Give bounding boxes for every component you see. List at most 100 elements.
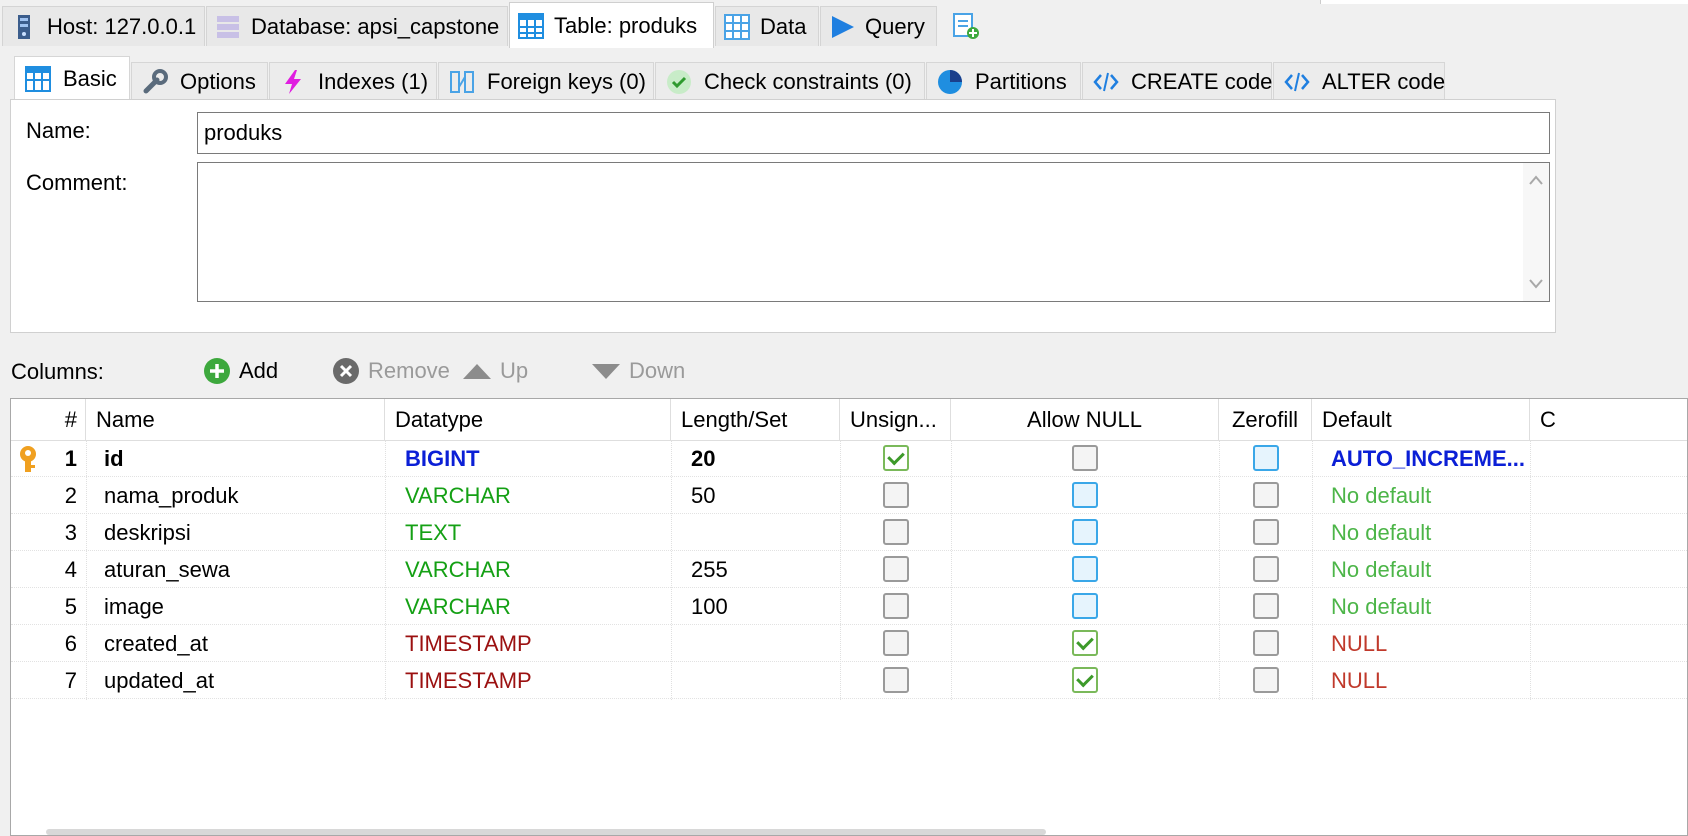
foreign-key-icon	[449, 69, 475, 95]
unsigned-checkbox[interactable]	[883, 556, 909, 582]
tab-table[interactable]: Table: produks	[509, 2, 714, 48]
zerofill-checkbox[interactable]	[1253, 482, 1279, 508]
grid-horizontal-scrollbar[interactable]	[46, 829, 1046, 835]
allow-null-checkbox[interactable]	[1072, 630, 1098, 656]
subtab-foreign-keys[interactable]: Foreign keys (0)	[438, 62, 654, 100]
column-default[interactable]: NULL	[1331, 662, 1527, 699]
unsigned-checkbox[interactable]	[883, 593, 909, 619]
move-up-button[interactable]: Up	[462, 355, 528, 387]
new-query-tab-button[interactable]	[952, 12, 979, 46]
comment-textarea[interactable]	[197, 162, 1550, 302]
column-default[interactable]: NULL	[1331, 625, 1527, 662]
database-icon	[215, 14, 241, 40]
comment-scrollbar[interactable]	[1523, 163, 1549, 301]
header-unsigned[interactable]: Unsign...	[840, 399, 951, 440]
subtab-create-code-label: CREATE code	[1131, 68, 1273, 94]
grid-column-divider	[671, 440, 672, 700]
zerofill-checkbox[interactable]	[1253, 445, 1279, 471]
wrench-icon	[142, 68, 168, 95]
column-name[interactable]: image	[104, 588, 384, 625]
column-default[interactable]: No default	[1331, 477, 1527, 514]
zerofill-checkbox[interactable]	[1253, 630, 1279, 656]
chevron-up-icon[interactable]	[1529, 175, 1543, 185]
tab-data[interactable]: Data	[715, 6, 819, 46]
subtab-check-constraints[interactable]: Check constraints (0)	[655, 62, 925, 100]
header-datatype[interactable]: Datatype	[385, 399, 671, 440]
subtab-basic[interactable]: Basic	[14, 56, 130, 100]
move-down-button[interactable]: Down	[591, 355, 685, 387]
column-length[interactable]	[691, 514, 839, 551]
column-datatype[interactable]: VARCHAR	[405, 551, 670, 588]
table-row[interactable]: 6 created_at TIMESTAMP NULL	[11, 625, 1687, 662]
column-name[interactable]: deskripsi	[104, 514, 384, 551]
columns-grid[interactable]: # Name Datatype Length/Set Unsign... All…	[10, 398, 1688, 836]
subtab-foreign-keys-label: Foreign keys (0)	[487, 68, 646, 94]
unsigned-checkbox[interactable]	[883, 482, 909, 508]
column-length[interactable]: 20	[691, 440, 839, 477]
header-zerofill[interactable]: Zerofill	[1219, 399, 1312, 440]
allow-null-checkbox[interactable]	[1072, 556, 1098, 582]
table-name-input[interactable]: produks	[197, 112, 1550, 154]
row-number: 6	[64, 631, 77, 656]
header-length[interactable]: Length/Set	[671, 399, 840, 440]
subtab-indexes-label: Indexes (1)	[318, 68, 429, 94]
column-default[interactable]: No default	[1331, 588, 1527, 625]
unsigned-checkbox[interactable]	[883, 445, 909, 471]
header-allow-null[interactable]: Allow NULL	[951, 399, 1219, 440]
column-datatype[interactable]: VARCHAR	[405, 588, 670, 625]
unsigned-checkbox[interactable]	[883, 519, 909, 545]
subtab-partitions[interactable]: Partitions	[926, 62, 1081, 100]
column-datatype[interactable]: TEXT	[405, 514, 670, 551]
table-row[interactable]: 3 deskripsi TEXT No default	[11, 514, 1687, 551]
tab-host[interactable]: Host: 127.0.0.1	[2, 6, 205, 46]
grid-column-divider	[86, 440, 87, 700]
header-name[interactable]: Name	[86, 399, 385, 440]
column-length[interactable]	[691, 662, 839, 699]
column-name[interactable]: updated_at	[104, 662, 384, 699]
header-number[interactable]: #	[11, 399, 86, 440]
unsigned-checkbox[interactable]	[883, 630, 909, 656]
column-datatype[interactable]: TIMESTAMP	[405, 662, 670, 699]
column-datatype[interactable]: BIGINT	[405, 440, 670, 477]
unsigned-checkbox[interactable]	[883, 667, 909, 693]
column-name[interactable]: aturan_sewa	[104, 551, 384, 588]
column-default[interactable]: No default	[1331, 514, 1527, 551]
table-row[interactable]: 5 image VARCHAR 100 No default	[11, 588, 1687, 625]
zerofill-checkbox[interactable]	[1253, 593, 1279, 619]
remove-column-button[interactable]: Remove	[332, 355, 450, 387]
column-length[interactable]: 255	[691, 551, 839, 588]
down-label: Down	[629, 358, 686, 383]
column-length[interactable]	[691, 625, 839, 662]
allow-null-checkbox[interactable]	[1072, 482, 1098, 508]
allow-null-checkbox[interactable]	[1072, 519, 1098, 545]
subtab-indexes[interactable]: Indexes (1)	[269, 62, 437, 100]
column-default[interactable]: No default	[1331, 551, 1527, 588]
allow-null-checkbox[interactable]	[1072, 593, 1098, 619]
table-row[interactable]: 2 nama_produk VARCHAR 50 No default	[11, 477, 1687, 514]
column-length[interactable]: 100	[691, 588, 839, 625]
subtab-options[interactable]: Options	[131, 62, 268, 100]
header-default[interactable]: Default	[1312, 399, 1530, 440]
column-name[interactable]: id	[104, 440, 384, 477]
allow-null-checkbox[interactable]	[1072, 667, 1098, 693]
allow-null-checkbox[interactable]	[1072, 445, 1098, 471]
zerofill-checkbox[interactable]	[1253, 556, 1279, 582]
header-comment[interactable]: C	[1530, 399, 1687, 440]
tab-query[interactable]: Query	[820, 6, 937, 46]
column-datatype[interactable]: TIMESTAMP	[405, 625, 670, 662]
tab-database[interactable]: Database: apsi_capstone	[206, 6, 508, 46]
table-row[interactable]: 1 id BIGINT 20 AUTO_INCREME...	[11, 440, 1687, 477]
table-row[interactable]: 7 updated_at TIMESTAMP NULL	[11, 662, 1687, 699]
subtab-alter-code[interactable]: ALTER code	[1273, 62, 1445, 100]
column-name[interactable]: created_at	[104, 625, 384, 662]
chevron-down-icon[interactable]	[1529, 279, 1543, 289]
add-column-button[interactable]: Add	[203, 355, 278, 387]
zerofill-checkbox[interactable]	[1253, 667, 1279, 693]
column-length[interactable]: 50	[691, 477, 839, 514]
column-default[interactable]: AUTO_INCREME...	[1331, 440, 1527, 477]
subtab-create-code[interactable]: CREATE code	[1082, 62, 1272, 100]
column-name[interactable]: nama_produk	[104, 477, 384, 514]
zerofill-checkbox[interactable]	[1253, 519, 1279, 545]
table-row[interactable]: 4 aturan_sewa VARCHAR 255 No default	[11, 551, 1687, 588]
column-datatype[interactable]: VARCHAR	[405, 477, 670, 514]
